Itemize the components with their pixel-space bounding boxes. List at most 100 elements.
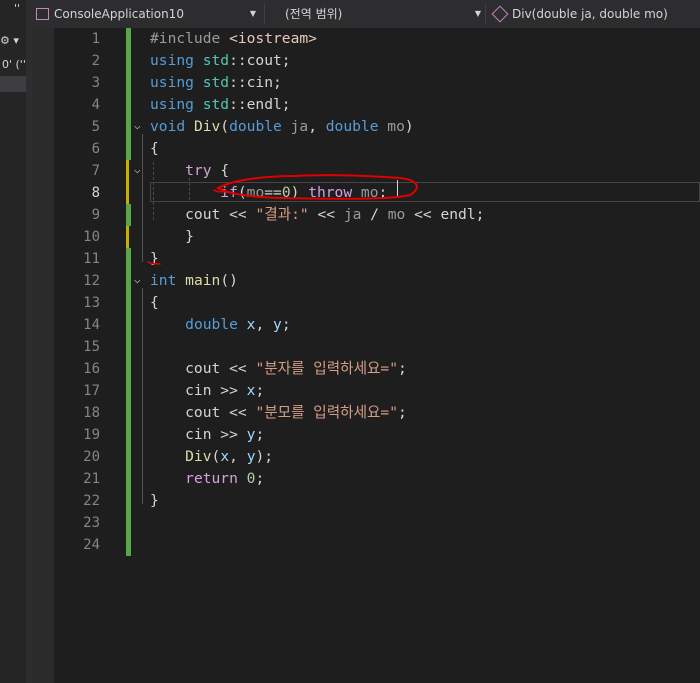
code-line[interactable]: 19 cin >> y;: [32, 424, 700, 446]
code-token: );: [255, 448, 274, 465]
code-token: cout <<: [150, 404, 256, 421]
code-token: ): [290, 184, 309, 201]
code-text[interactable]: Div(x, y);: [150, 446, 273, 468]
code-text[interactable]: {: [150, 138, 159, 160]
code-line[interactable]: 3 using std::cin;: [32, 72, 700, 94]
change-marker: [126, 534, 131, 556]
code-text[interactable]: if(mo==0) throw mo;: [150, 182, 387, 204]
code-line[interactable]: 20 Div(x, y);: [32, 446, 700, 468]
code-text[interactable]: cout << "분모를 입력하세요=";: [150, 402, 407, 424]
code-line[interactable]: 16 cout << "분자를 입력하세요=";: [32, 358, 700, 380]
code-line[interactable]: 8 if(mo==0) throw mo;: [32, 182, 700, 204]
line-number: 22: [83, 493, 100, 509]
code-line[interactable]: 9 cout << "결과:" << ja / mo << endl;: [32, 204, 700, 226]
code-line[interactable]: 10 }: [32, 226, 700, 248]
indent-guide: [153, 162, 154, 220]
code-token: throw: [308, 184, 361, 201]
code-line[interactable]: 2 using std::cout;: [32, 50, 700, 72]
project-dropdown[interactable]: ConsoleApplication10 ▼: [36, 5, 256, 23]
scope-dropdown[interactable]: (전역 범위) ▼: [285, 5, 481, 23]
code-token: ;: [398, 360, 407, 377]
code-text[interactable]: cin >> y;: [150, 424, 264, 446]
code-text[interactable]: double x, y;: [150, 314, 290, 336]
code-token: ;: [255, 382, 265, 399]
code-token: "결과:": [255, 206, 309, 223]
code-line[interactable]: 14 double x, y;: [32, 314, 700, 336]
fold-chevron-icon[interactable]: ⌵: [134, 164, 141, 176]
divider: [264, 4, 265, 24]
line-number: 14: [83, 317, 100, 333]
code-line[interactable]: 22}: [32, 490, 700, 512]
code-text[interactable]: using std::cin;: [150, 72, 282, 94]
code-token: ,: [255, 316, 274, 333]
code-token: try: [185, 162, 221, 179]
change-marker: [126, 292, 131, 314]
code-line[interactable]: 24: [32, 534, 700, 556]
code-line[interactable]: 7 ⌵ try {: [32, 160, 700, 182]
code-token: (: [237, 184, 247, 201]
code-text[interactable]: return 0;: [150, 468, 264, 490]
code-line[interactable]: 6{: [32, 138, 700, 160]
code-line[interactable]: 11}: [32, 248, 700, 270]
text-caret: [397, 180, 398, 198]
member-label: Div(double ja, double mo): [512, 7, 668, 21]
code-token: ): [404, 118, 414, 135]
code-text[interactable]: }: [150, 226, 194, 248]
code-text[interactable]: int main(): [150, 270, 238, 292]
fold-chevron-icon[interactable]: ⌵: [134, 274, 141, 286]
code-text[interactable]: }: [150, 490, 159, 512]
code-token: {: [150, 294, 159, 311]
line-number: 24: [83, 537, 100, 553]
code-token: ,: [229, 448, 247, 465]
code-line[interactable]: 5 ⌵ void Div(double ja, double mo): [32, 116, 700, 138]
code-text[interactable]: using std::cout;: [150, 50, 291, 72]
line-number: 6: [91, 141, 100, 157]
line-number: 5: [91, 119, 100, 135]
code-text[interactable]: cout << "결과:" << ja / mo << endl;: [150, 204, 484, 226]
member-dropdown[interactable]: Div(double ja, double mo): [491, 5, 700, 23]
code-line[interactable]: 15: [32, 336, 700, 358]
code-line[interactable]: 4 using std::endl;: [32, 94, 700, 116]
change-marker: [126, 358, 131, 380]
code-text[interactable]: using std::endl;: [150, 94, 291, 116]
line-number: 8: [91, 185, 100, 201]
code-line[interactable]: 12 ⌵ int main(): [32, 270, 700, 292]
code-editor[interactable]: 1 #include <iostream> 2 using std::cout; 3 us…: [32, 28, 700, 683]
code-text[interactable]: #include <iostream>: [150, 28, 317, 50]
code-token: <<: [308, 206, 344, 223]
code-token: ::cin;: [229, 74, 282, 91]
panel-toolbar-icon[interactable]: ⚙ ▾: [0, 34, 19, 47]
fold-chevron-icon[interactable]: ⌵: [134, 120, 141, 132]
code-line[interactable]: 21 return 0;: [32, 468, 700, 490]
change-marker: [126, 490, 131, 512]
code-token: ::cout;: [229, 52, 291, 69]
code-token: ja: [290, 118, 309, 135]
code-token: if: [220, 184, 238, 201]
code-token: std: [202, 52, 230, 69]
code-line[interactable]: 13 {: [32, 292, 700, 314]
code-text[interactable]: void Div(double ja, double mo): [150, 116, 414, 138]
code-token: ja: [343, 206, 362, 223]
code-text[interactable]: cin >> x;: [150, 380, 264, 402]
code-line[interactable]: 18 cout << "분모를 입력하세요=";: [32, 402, 700, 424]
code-text[interactable]: cout << "분자를 입력하세요=";: [150, 358, 407, 380]
code-token: std: [202, 96, 230, 113]
code-token: using: [150, 52, 203, 69]
line-number: 1: [91, 31, 100, 47]
code-token: /: [361, 206, 388, 223]
code-line[interactable]: 23: [32, 512, 700, 534]
code-line[interactable]: 1 #include <iostream>: [32, 28, 700, 50]
indent-guide: [189, 178, 190, 200]
code-token: ;: [255, 426, 265, 443]
line-number: 23: [83, 515, 100, 531]
line-number: 11: [83, 251, 100, 267]
code-text[interactable]: }: [150, 248, 159, 270]
code-line[interactable]: 17 cin >> x;: [32, 380, 700, 402]
code-text[interactable]: {: [150, 292, 159, 314]
code-token: double: [229, 118, 291, 135]
scope-label: (전역 범위): [285, 7, 343, 21]
code-token: Div: [185, 448, 212, 465]
panel-selected-row[interactable]: [0, 76, 26, 92]
